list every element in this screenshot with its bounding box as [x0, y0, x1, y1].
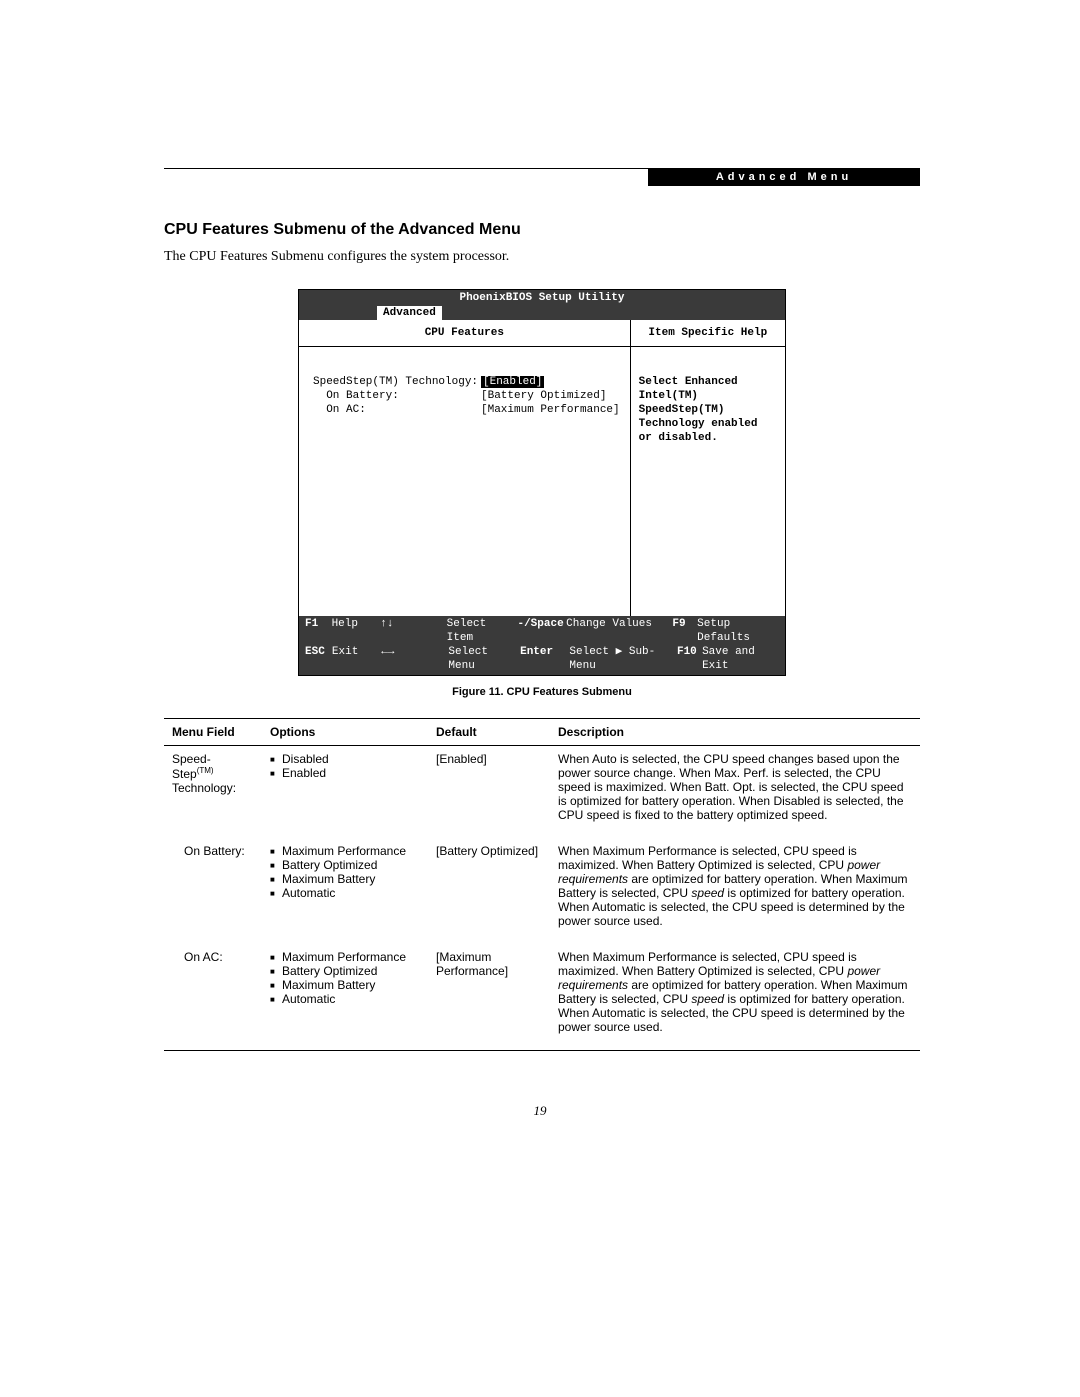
bios-setting-value[interactable]: [Maximum Performance] — [481, 403, 620, 417]
page-header-bar: Advanced Menu — [648, 168, 920, 186]
option-item: Enabled — [270, 766, 420, 780]
option-item: Disabled — [270, 752, 420, 766]
col-description: Description — [550, 719, 920, 746]
cell-menu-field: On AC: — [164, 944, 262, 1051]
bios-setting-speedstep[interactable]: SpeedStep(TM) Technology: [Enabled] — [313, 375, 620, 389]
table-row: On AC:Maximum PerformanceBattery Optimiz… — [164, 944, 920, 1051]
page-number: 19 — [0, 1103, 1080, 1119]
cell-options: DisabledEnabled — [262, 746, 428, 839]
bios-key: ↑↓ — [380, 617, 446, 645]
bios-tab-row: Advanced — [299, 306, 785, 320]
option-item: Maximum Performance — [270, 844, 420, 858]
cell-description: When Maximum Performance is selected, CP… — [550, 944, 920, 1051]
option-item: Maximum Performance — [270, 950, 420, 964]
cell-default: [Enabled] — [428, 746, 550, 839]
cell-default: [Maximum Performance] — [428, 944, 550, 1051]
bios-key: F10 — [677, 645, 702, 673]
bios-help-text: Select Enhanced Intel(TM) SpeedStep(TM) … — [631, 347, 785, 445]
bios-key: Enter — [520, 645, 569, 673]
table-row: On Battery:Maximum PerformanceBattery Op… — [164, 838, 920, 944]
intro-text: The CPU Features Submenu configures the … — [164, 249, 920, 265]
bios-key: F9 — [672, 617, 697, 645]
option-item: Automatic — [270, 886, 420, 900]
bios-setting-on-ac[interactable]: On AC: [Maximum Performance] — [313, 403, 620, 417]
bios-setting-on-battery[interactable]: On Battery: [Battery Optimized] — [313, 389, 620, 403]
bios-footer: F1 Help ↑↓ Select Item -/Space Change Va… — [299, 616, 785, 675]
bios-screenshot: PhoenixBIOS Setup Utility Advanced CPU F… — [298, 289, 786, 676]
cell-description: When Maximum Performance is selected, CP… — [550, 838, 920, 944]
bios-key: -/Space — [517, 617, 566, 645]
cell-options: Maximum PerformanceBattery OptimizedMaxi… — [262, 838, 428, 944]
bios-key-action: Exit — [332, 645, 381, 673]
option-item: Automatic — [270, 992, 420, 1006]
bios-title: PhoenixBIOS Setup Utility — [299, 290, 785, 306]
table-row: Speed-Step(TM)Technology:DisabledEnabled… — [164, 746, 920, 839]
cell-options: Maximum PerformanceBattery OptimizedMaxi… — [262, 944, 428, 1051]
col-options: Options — [262, 719, 428, 746]
cell-default: [Battery Optimized] — [428, 838, 550, 944]
bios-key-action: Help — [332, 617, 381, 645]
cell-description: When Auto is selected, the CPU speed cha… — [550, 746, 920, 839]
bios-setting-value-selected[interactable]: [Enabled] — [481, 376, 544, 388]
bios-key: ←→ — [381, 645, 448, 673]
cell-menu-field: Speed-Step(TM)Technology: — [164, 746, 262, 839]
option-item: Battery Optimized — [270, 964, 420, 978]
option-item: Battery Optimized — [270, 858, 420, 872]
bios-left-header: CPU Features — [299, 320, 630, 347]
options-table: Menu Field Options Default Description S… — [164, 718, 920, 1051]
bios-help-header: Item Specific Help — [631, 320, 785, 347]
bios-key: F1 — [305, 617, 332, 645]
bios-tab-advanced[interactable]: Advanced — [377, 306, 442, 320]
bios-help-pane: Item Specific Help Select Enhanced Intel… — [631, 320, 785, 616]
bios-key-action: Setup Defaults — [697, 617, 779, 645]
bios-left-pane: CPU Features SpeedStep(TM) Technology: [… — [299, 320, 631, 616]
bios-setting-label: On Battery: — [313, 389, 481, 403]
bios-setting-value[interactable]: [Battery Optimized] — [481, 389, 620, 403]
cell-menu-field: On Battery: — [164, 838, 262, 944]
bios-setting-label: On AC: — [313, 403, 481, 417]
option-item: Maximum Battery — [270, 872, 420, 886]
option-item: Maximum Battery — [270, 978, 420, 992]
section-heading: CPU Features Submenu of the Advanced Men… — [164, 221, 920, 239]
bios-key: ESC — [305, 645, 332, 673]
col-default: Default — [428, 719, 550, 746]
bios-key-action: Select Menu — [448, 645, 520, 673]
bios-key-action: Save and Exit — [702, 645, 779, 673]
bios-key-action: Select ▶ Sub-Menu — [569, 645, 677, 673]
figure-caption: Figure 11. CPU Features Submenu — [164, 686, 920, 698]
col-menu-field: Menu Field — [164, 719, 262, 746]
bios-key-action: Change Values — [566, 617, 672, 645]
bios-key-action: Select Item — [447, 617, 518, 645]
bios-setting-label: SpeedStep(TM) Technology: — [313, 375, 481, 389]
